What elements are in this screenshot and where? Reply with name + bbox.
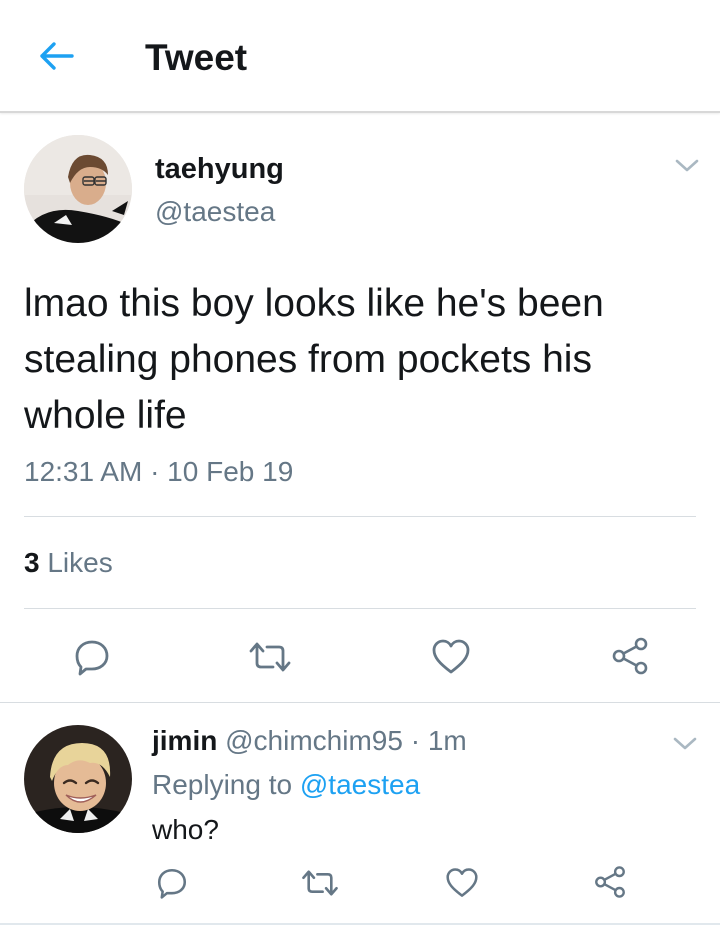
- likes-number: 3: [24, 547, 40, 578]
- reply-header: jimin @chimchim95 · 1m: [152, 724, 467, 758]
- replying-mention-link[interactable]: @taestea: [300, 769, 420, 800]
- bottom-divider: [0, 923, 720, 925]
- reply-icon: [75, 640, 109, 676]
- share-icon: [595, 866, 625, 898]
- reply-text: who?: [152, 814, 219, 845]
- app-header: Tweet: [0, 0, 720, 113]
- tweet-timestamp: 12:31 AM · 10 Feb 19: [24, 456, 294, 487]
- reply-handle[interactable]: @chimchim95: [225, 725, 403, 756]
- author-display-name[interactable]: taehyung: [155, 152, 284, 186]
- tweet-menu-button[interactable]: [672, 156, 702, 176]
- reply-separator: ·: [402, 725, 428, 756]
- reply-button[interactable]: [68, 634, 116, 680]
- retweet-button[interactable]: [244, 634, 296, 680]
- reply-avatar[interactable]: [24, 725, 132, 833]
- divider: [24, 608, 696, 609]
- reply-retweet-button[interactable]: [298, 864, 342, 902]
- replying-to: Replying to @taestea: [152, 768, 420, 802]
- reply-reply-button[interactable]: [152, 864, 192, 902]
- divider: [24, 516, 696, 517]
- reply-time: 1m: [427, 725, 467, 756]
- reply-share-button[interactable]: [590, 862, 630, 902]
- reply-display-name[interactable]: jimin: [152, 725, 217, 756]
- share-button[interactable]: [606, 632, 654, 680]
- chevron-down-icon: [675, 159, 699, 172]
- likes-label: Likes: [47, 547, 113, 578]
- reply-like-button[interactable]: [442, 864, 482, 902]
- back-button[interactable]: [32, 36, 80, 76]
- chevron-down-icon: [673, 737, 697, 750]
- like-icon: [432, 639, 470, 674]
- reply-icon: [157, 868, 187, 899]
- author-handle[interactable]: @taestea: [155, 195, 275, 229]
- section-divider: [0, 702, 720, 703]
- retweet-icon: [249, 642, 291, 672]
- tweet-text: lmao this boy looks like he's been steal…: [24, 282, 604, 437]
- avatar[interactable]: [24, 135, 132, 243]
- replying-prefix: Replying to: [152, 769, 300, 800]
- likes-count[interactable]: 3 Likes: [24, 546, 113, 580]
- page-title: Tweet: [145, 37, 248, 78]
- retweet-icon: [302, 870, 338, 896]
- back-arrow-icon: [40, 42, 74, 70]
- reply-menu-button[interactable]: [670, 734, 700, 754]
- like-button[interactable]: [428, 634, 474, 680]
- share-icon: [612, 637, 648, 675]
- like-icon: [446, 868, 478, 897]
